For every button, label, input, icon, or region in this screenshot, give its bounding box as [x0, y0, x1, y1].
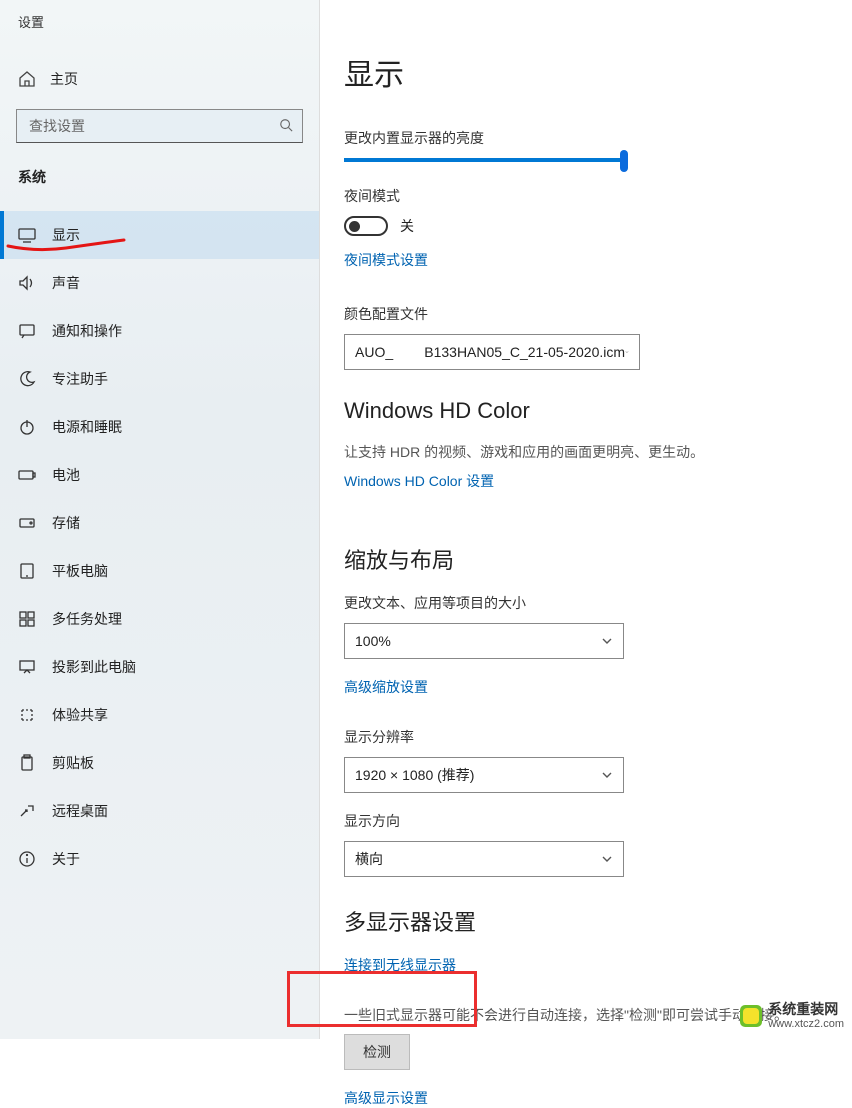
clipboard-icon: [18, 754, 36, 772]
notify-icon: [18, 322, 36, 340]
hd-color-link[interactable]: Windows HD Color 设置: [344, 471, 494, 491]
home-icon: [18, 70, 36, 88]
dropdown-value: 100%: [355, 633, 391, 649]
chevron-down-icon: [601, 769, 613, 781]
sidebar-item-label: 专注助手: [52, 369, 108, 389]
share-icon: [18, 706, 36, 724]
sidebar-item-display[interactable]: 显示: [0, 211, 319, 259]
sidebar-item-label: 声音: [52, 273, 80, 293]
sidebar-item-multitasking[interactable]: 多任务处理: [0, 595, 319, 643]
remote-icon: [18, 802, 36, 820]
power-icon: [18, 418, 36, 436]
sidebar-home-label: 主页: [50, 69, 78, 89]
storage-icon: [18, 514, 36, 532]
toggle-knob: [349, 221, 360, 232]
night-mode-label: 夜间模式: [344, 186, 852, 206]
sidebar-item-label: 电池: [52, 465, 80, 485]
scale-dropdown[interactable]: 100%: [344, 623, 624, 659]
sidebar-item-label: 平板电脑: [52, 561, 108, 581]
chevron-down-icon: [601, 635, 613, 647]
night-mode-state: 关: [400, 216, 414, 236]
dropdown-value: 1920 × 1080 (推荐): [355, 765, 474, 785]
resolution-dropdown[interactable]: 1920 × 1080 (推荐): [344, 757, 624, 793]
dropdown-value: 横向: [355, 849, 383, 869]
sidebar-item-label: 关于: [52, 849, 80, 869]
sidebar-item-projecting[interactable]: 投影到此电脑: [0, 643, 319, 691]
brightness-slider-thumb[interactable]: [620, 150, 628, 172]
watermark-logo-icon: [740, 1005, 762, 1027]
settings-sidebar: 设置 主页 系统 显示 声音 通知和操作 专注助手 电源和睡眠 电池: [0, 0, 320, 1039]
hd-color-heading: Windows HD Color: [344, 398, 852, 424]
sidebar-home[interactable]: 主页: [0, 61, 319, 97]
main-panel: 显示 更改内置显示器的亮度 夜间模式 关 夜间模式设置 颜色配置文件 AUO_ …: [320, 0, 852, 1039]
sidebar-item-label: 电源和睡眠: [52, 417, 122, 437]
focus-icon: [18, 370, 36, 388]
project-icon: [18, 658, 36, 676]
sidebar-item-label: 远程桌面: [52, 801, 108, 821]
multi-display-heading: 多显示器设置: [344, 905, 852, 937]
watermark: 系统重装网 www.xtcz2.com: [740, 1001, 844, 1031]
multitask-icon: [18, 610, 36, 628]
sidebar-item-sound[interactable]: 声音: [0, 259, 319, 307]
detect-button[interactable]: 检测: [344, 1034, 410, 1070]
sidebar-item-label: 显示: [52, 225, 80, 245]
sidebar-item-focus-assist[interactable]: 专注助手: [0, 355, 319, 403]
sidebar-item-about[interactable]: 关于: [0, 835, 319, 883]
resolution-label: 显示分辨率: [344, 727, 852, 747]
search-box[interactable]: [16, 109, 303, 143]
sidebar-section-system: 系统: [0, 161, 319, 193]
advanced-display-link[interactable]: 高级显示设置: [344, 1088, 428, 1108]
night-mode-settings-link[interactable]: 夜间模式设置: [344, 250, 428, 270]
sidebar-item-label: 体验共享: [52, 705, 108, 725]
wireless-display-link[interactable]: 连接到无线显示器: [344, 955, 456, 975]
color-profile-label: 颜色配置文件: [344, 304, 852, 324]
sidebar-item-shared-experiences[interactable]: 体验共享: [0, 691, 319, 739]
sidebar-item-battery[interactable]: 电池: [0, 451, 319, 499]
page-title: 显示: [344, 50, 852, 94]
watermark-title: 系统重装网: [768, 1001, 844, 1018]
color-profile-dropdown[interactable]: AUO_ B133HAN05_C_21-05-2020.icm: [344, 334, 640, 370]
window-title: 设置: [0, 12, 319, 31]
watermark-url: www.xtcz2.com: [768, 1018, 844, 1031]
brightness-slider[interactable]: [344, 158, 624, 162]
orientation-label: 显示方向: [344, 811, 852, 831]
sidebar-item-notifications[interactable]: 通知和操作: [0, 307, 319, 355]
chevron-down-icon: [625, 346, 629, 358]
chevron-down-icon: [601, 853, 613, 865]
sidebar-item-label: 多任务处理: [52, 609, 122, 629]
battery-icon: [18, 466, 36, 484]
advanced-scale-link[interactable]: 高级缩放设置: [344, 677, 428, 697]
sidebar-item-label: 存储: [52, 513, 80, 533]
sidebar-item-clipboard[interactable]: 剪贴板: [0, 739, 319, 787]
scale-layout-heading: 缩放与布局: [344, 543, 852, 575]
display-icon: [18, 226, 36, 244]
sidebar-item-remote-desktop[interactable]: 远程桌面: [0, 787, 319, 835]
sidebar-item-label: 剪贴板: [52, 753, 94, 773]
dropdown-value: AUO_ B133HAN05_C_21-05-2020.icm: [355, 344, 625, 360]
sidebar-item-power[interactable]: 电源和睡眠: [0, 403, 319, 451]
hd-color-desc: 让支持 HDR 的视频、游戏和应用的画面更明亮、更生动。: [344, 442, 852, 463]
sidebar-item-label: 通知和操作: [52, 321, 122, 341]
orientation-dropdown[interactable]: 横向: [344, 841, 624, 877]
scale-label: 更改文本、应用等项目的大小: [344, 593, 852, 613]
brightness-label: 更改内置显示器的亮度: [344, 128, 852, 148]
night-mode-toggle[interactable]: [344, 216, 388, 236]
tablet-icon: [18, 562, 36, 580]
search-icon: [278, 118, 294, 135]
sidebar-item-label: 投影到此电脑: [52, 657, 136, 677]
sidebar-item-storage[interactable]: 存储: [0, 499, 319, 547]
sound-icon: [18, 274, 36, 292]
about-icon: [18, 850, 36, 868]
search-input[interactable]: [29, 118, 278, 134]
sidebar-item-tablet[interactable]: 平板电脑: [0, 547, 319, 595]
